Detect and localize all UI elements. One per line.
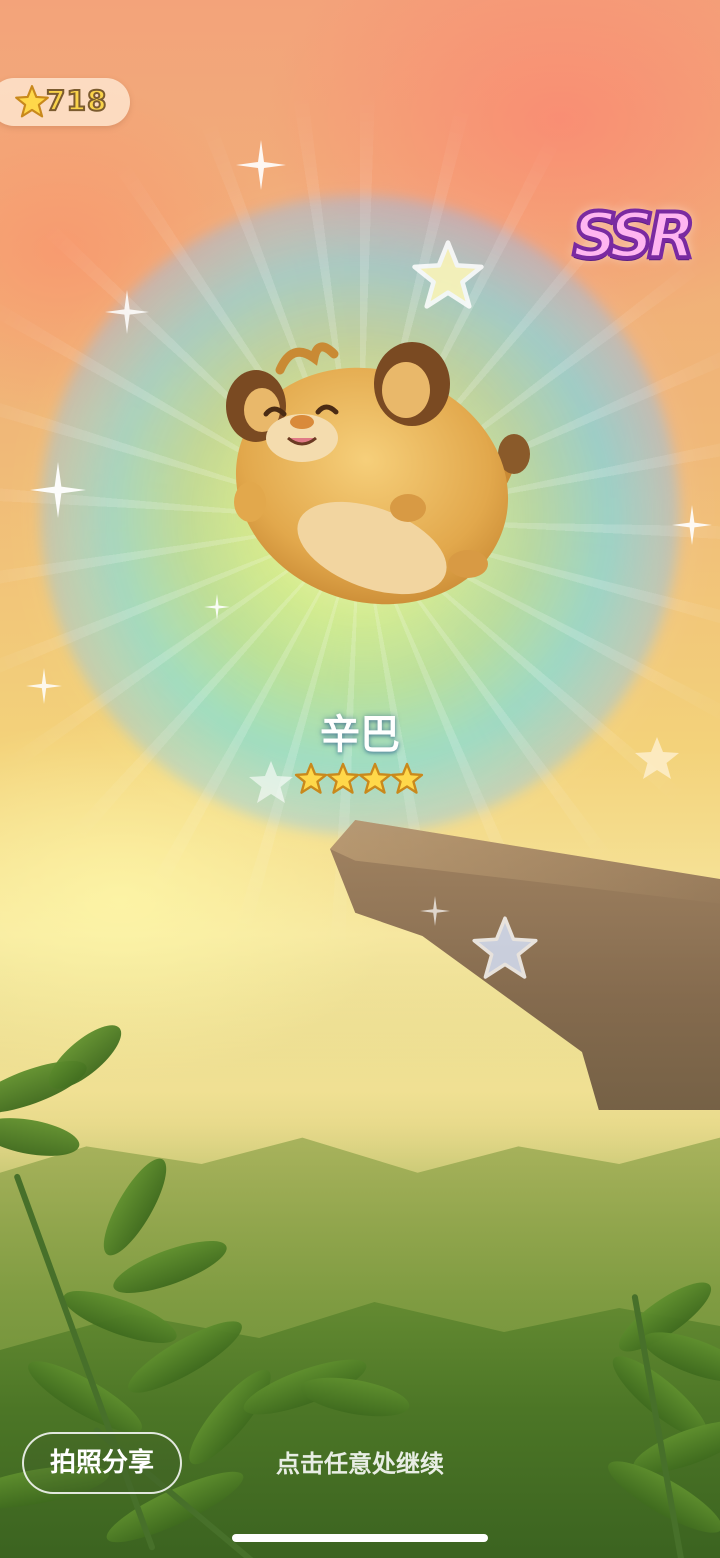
rarity-label: SSR <box>571 197 698 274</box>
tap-to-continue-hint: 点击任意处继续 <box>276 1450 444 1478</box>
sparkle-icon <box>672 505 712 545</box>
star-rating <box>294 762 426 800</box>
rating-star-icon <box>358 762 392 794</box>
rating-star-icon <box>294 762 328 794</box>
glow-star-icon <box>635 737 679 779</box>
glow-star-icon <box>412 240 484 309</box>
sparkle-icon <box>30 462 86 518</box>
rating-star-icon <box>326 762 360 794</box>
character-name: 辛巴 <box>320 712 400 758</box>
rating-star-icon <box>390 762 424 794</box>
glow-star-icon <box>472 916 538 979</box>
star-icon <box>15 85 49 118</box>
star-currency-value: 718 <box>45 83 108 118</box>
home-indicator[interactable] <box>232 1534 488 1542</box>
glow-star-icon <box>249 761 293 803</box>
gacha-result-screen[interactable]: 718 SSR 辛巴 拍照分享 点击任意处继续 <box>0 0 720 1558</box>
lion-cub-plush-icon <box>226 342 530 605</box>
sparkle-icon <box>420 896 450 926</box>
rarity-badge: SSR <box>570 194 698 278</box>
sparkle-icon <box>105 290 149 334</box>
sparkle-icon <box>26 668 62 704</box>
sparkle-icon <box>236 140 286 190</box>
photo-share-button[interactable]: 拍照分享 <box>22 1432 182 1494</box>
star-currency-counter: 718 <box>0 78 130 126</box>
